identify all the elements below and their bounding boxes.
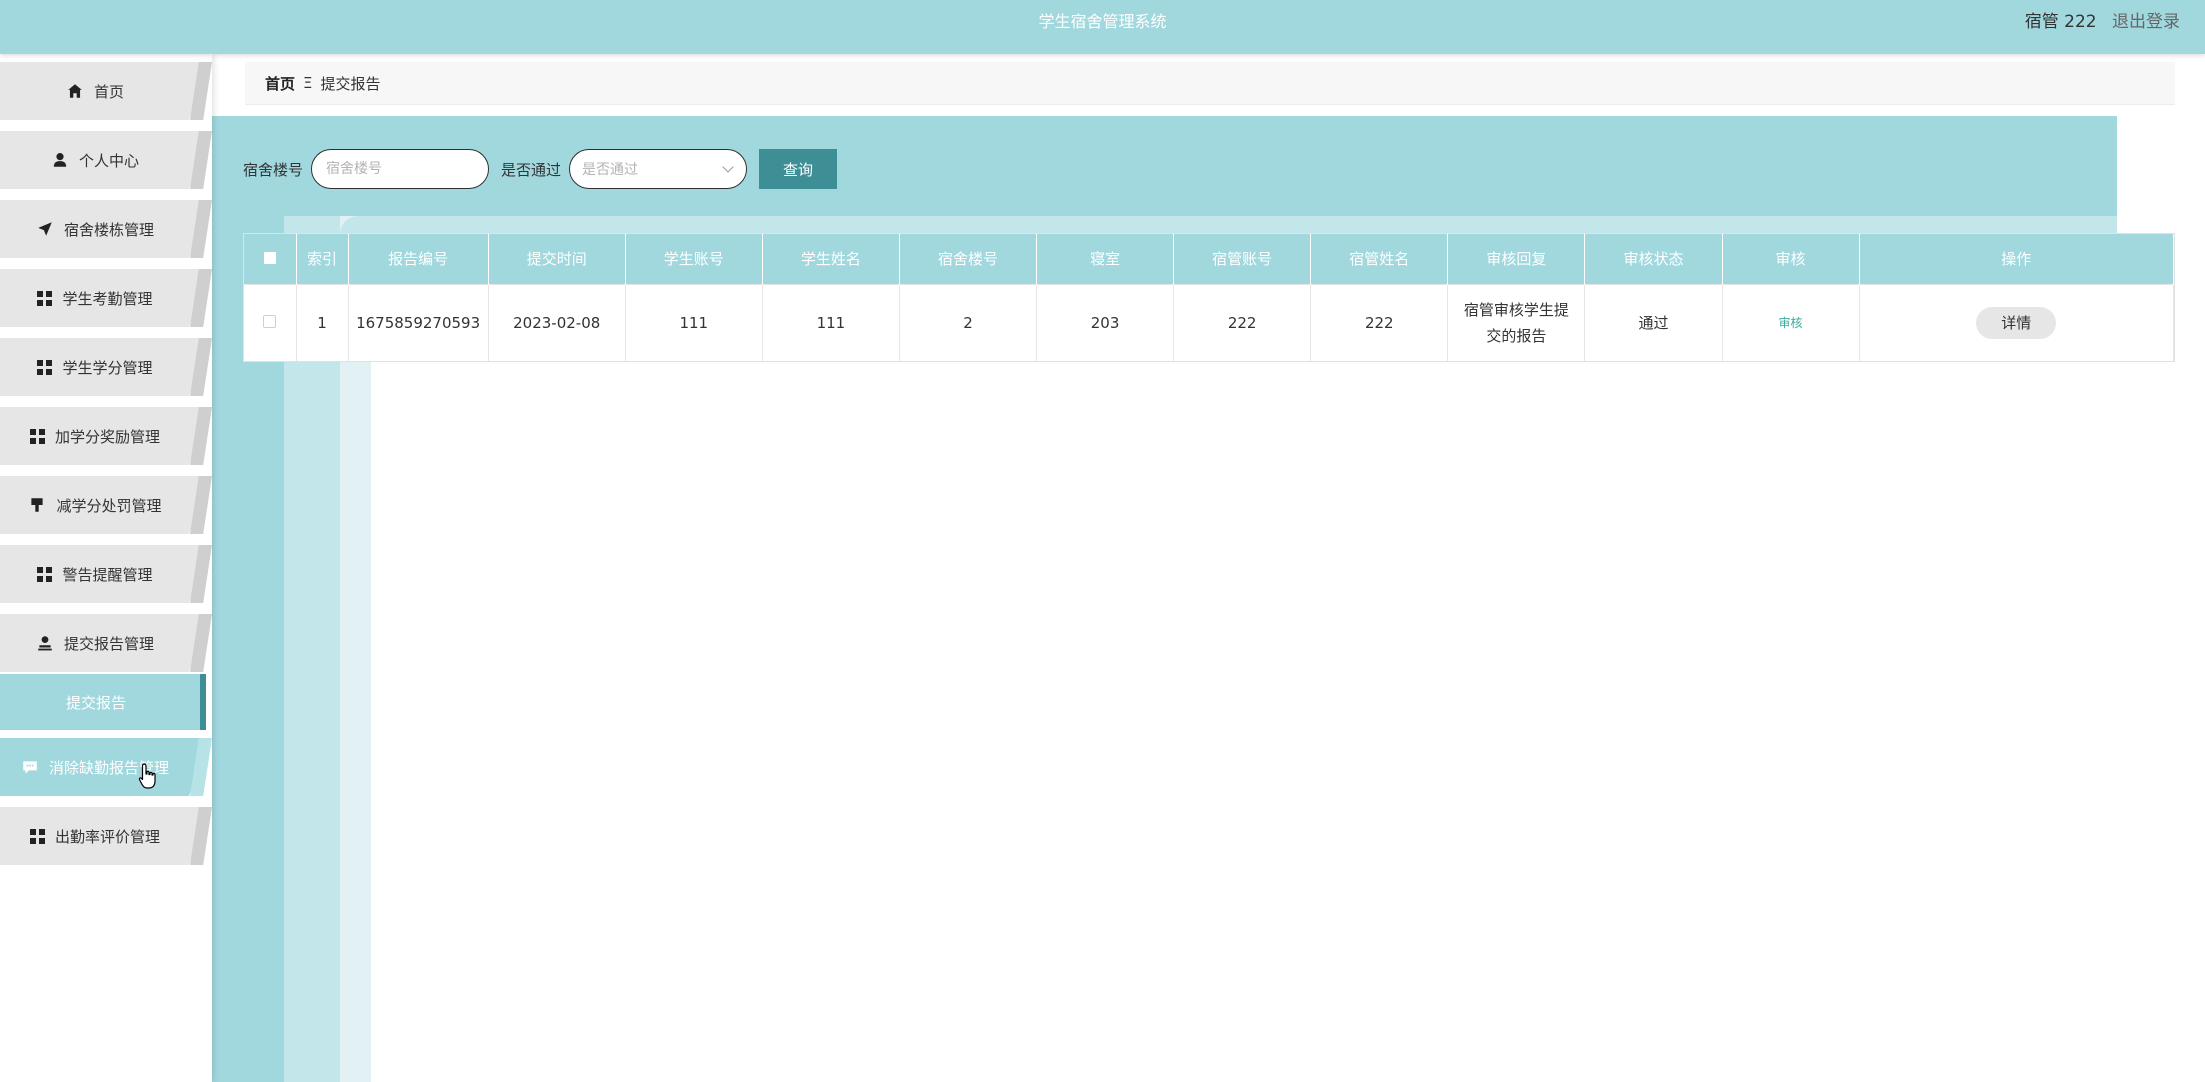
column-header: 学生姓名 bbox=[762, 234, 900, 284]
search-bar: 宿舍楼号 是否通过 是否通过 查询 bbox=[243, 148, 838, 190]
hand-cursor-icon bbox=[138, 763, 156, 789]
select-all-cell[interactable] bbox=[244, 234, 297, 284]
sidebar-subitem-submit-report[interactable]: 提交报告 bbox=[0, 674, 212, 730]
breadcrumb-current: 提交报告 bbox=[320, 74, 381, 93]
breadcrumb: 首页 Ξ 提交报告 bbox=[245, 62, 2175, 105]
sidebar-item-dorm-building[interactable]: 宿舍楼栋管理 bbox=[0, 200, 212, 258]
column-header: 宿管姓名 bbox=[1310, 234, 1449, 284]
user-icon bbox=[53, 153, 67, 167]
sidebar-item-label: 提交报告 bbox=[65, 693, 126, 712]
sidebar-item-bonus-credits[interactable]: 加学分奖励管理 bbox=[0, 407, 212, 465]
logout-link[interactable]: 退出登录 bbox=[2112, 12, 2180, 32]
user-stamp-icon bbox=[38, 636, 52, 651]
sidebar-item-label: 宿舍楼栋管理 bbox=[63, 220, 154, 239]
select-all-checkbox[interactable] bbox=[263, 251, 276, 264]
sidebar-item-label: 加学分奖励管理 bbox=[54, 427, 160, 446]
column-header: 报告编号 bbox=[348, 234, 489, 284]
grid-icon bbox=[37, 359, 53, 375]
cell-student-name: 111 bbox=[762, 283, 900, 361]
column-header: 提交时间 bbox=[488, 234, 626, 284]
chevron-down-icon bbox=[722, 161, 734, 173]
cell-student-account: 111 bbox=[625, 283, 763, 361]
cell-index: 1 bbox=[296, 283, 349, 361]
sidebar-item-attendance-rating[interactable]: 出勤率评价管理 bbox=[0, 807, 212, 865]
cell-audit: 审核 bbox=[1722, 283, 1860, 361]
grid-icon bbox=[37, 566, 53, 582]
report-table: 索引 报告编号 提交时间 学生账号 学生姓名 宿舍楼号 寝室 宿管账号 宿管姓名… bbox=[243, 233, 2175, 362]
sidebar-item-label: 提交报告管理 bbox=[63, 634, 154, 653]
sidebar-item-home[interactable]: 首页 bbox=[0, 62, 212, 120]
sidebar-item-attendance[interactable]: 学生考勤管理 bbox=[0, 269, 212, 327]
sidebar-item-credits[interactable]: 学生学分管理 bbox=[0, 338, 212, 396]
chat-icon bbox=[23, 761, 37, 774]
cell-report-no: 1675859270593 bbox=[348, 283, 489, 361]
cell-reply: 宿管审核学生提交的报告 bbox=[1447, 283, 1586, 361]
cell-status: 通过 bbox=[1584, 283, 1723, 361]
pass-status-select[interactable]: 是否通过 bbox=[569, 149, 748, 189]
column-header: 审核状态 bbox=[1584, 234, 1723, 284]
current-user-label: 宿管 222 bbox=[2024, 12, 2097, 32]
sidebar-item-label: 学生学分管理 bbox=[62, 358, 153, 377]
table-header-row: 索引 报告编号 提交时间 学生账号 学生姓名 宿舍楼号 寝室 宿管账号 宿管姓名… bbox=[244, 234, 2175, 284]
sidebar-item-penalty-credits[interactable]: 减学分处罚管理 bbox=[0, 476, 212, 534]
sidebar-item-absence-report[interactable]: 消除缺勤报告管理 bbox=[0, 738, 212, 796]
decor-wave bbox=[340, 216, 2117, 234]
cell-room: 203 bbox=[1036, 283, 1175, 361]
sidebar-item-warnings[interactable]: 警告提醒管理 bbox=[0, 545, 212, 603]
pass-status-label: 是否通过 bbox=[501, 160, 562, 179]
sidebar-item-report-management[interactable]: 提交报告管理 bbox=[0, 614, 212, 672]
dorm-number-input[interactable] bbox=[311, 149, 490, 189]
breadcrumb-home[interactable]: 首页 bbox=[265, 73, 295, 94]
grid-icon bbox=[29, 828, 45, 844]
column-header: 审核回复 bbox=[1447, 234, 1586, 284]
brush-icon bbox=[31, 498, 44, 512]
column-header: 学生账号 bbox=[625, 234, 763, 284]
cell-dorm-no: 2 bbox=[899, 283, 1038, 361]
sidebar-item-label: 出勤率评价管理 bbox=[54, 827, 160, 846]
table-row: 1 1675859270593 2023-02-08 111 111 2 203… bbox=[244, 283, 2175, 361]
query-button[interactable]: 查询 bbox=[759, 149, 838, 189]
pass-status-placeholder: 是否通过 bbox=[582, 162, 639, 178]
row-select-cell[interactable] bbox=[244, 283, 297, 361]
send-icon bbox=[38, 222, 52, 236]
sidebar-item-label: 首页 bbox=[93, 82, 124, 101]
top-header: 学生宿舍管理系统 宿管 222 退出登录 bbox=[0, 0, 2205, 54]
app-title: 学生宿舍管理系统 bbox=[1038, 12, 1167, 31]
column-header: 宿舍楼号 bbox=[899, 234, 1038, 284]
reply-text: 宿管审核学生提交的报告 bbox=[1463, 300, 1569, 345]
audit-link[interactable]: 审核 bbox=[1779, 316, 1803, 330]
sidebar-item-label: 减学分处罚管理 bbox=[56, 496, 162, 515]
cell-action: 详情 bbox=[1859, 283, 2175, 361]
sidebar-item-label: 警告提醒管理 bbox=[62, 565, 153, 584]
column-header: 寝室 bbox=[1036, 234, 1175, 284]
dorm-number-label: 宿舍楼号 bbox=[243, 160, 304, 179]
cell-manager-name: 222 bbox=[1310, 283, 1449, 361]
column-header: 宿管账号 bbox=[1173, 234, 1312, 284]
breadcrumb-separator: Ξ bbox=[303, 74, 313, 92]
cell-manager-account: 222 bbox=[1173, 283, 1312, 361]
sidebar: 首页 个人中心 宿舍楼栋管理 学生考勤管理 学生学分管理 加学分奖励管理 减学分… bbox=[0, 54, 212, 1082]
row-checkbox[interactable] bbox=[263, 314, 277, 328]
grid-icon bbox=[29, 428, 45, 444]
sidebar-item-profile[interactable]: 个人中心 bbox=[0, 131, 212, 189]
grid-icon bbox=[37, 290, 53, 306]
user-area: 宿管 222 退出登录 bbox=[2025, 0, 2180, 44]
column-header: 操作 bbox=[1859, 234, 2175, 284]
column-header: 审核 bbox=[1722, 234, 1860, 284]
sidebar-item-label: 学生考勤管理 bbox=[62, 289, 153, 308]
detail-button[interactable]: 详情 bbox=[1976, 306, 2057, 339]
cell-submit-time: 2023-02-08 bbox=[488, 283, 626, 361]
column-header: 索引 bbox=[296, 234, 349, 284]
home-icon bbox=[68, 84, 82, 98]
sidebar-item-label: 个人中心 bbox=[78, 151, 139, 170]
